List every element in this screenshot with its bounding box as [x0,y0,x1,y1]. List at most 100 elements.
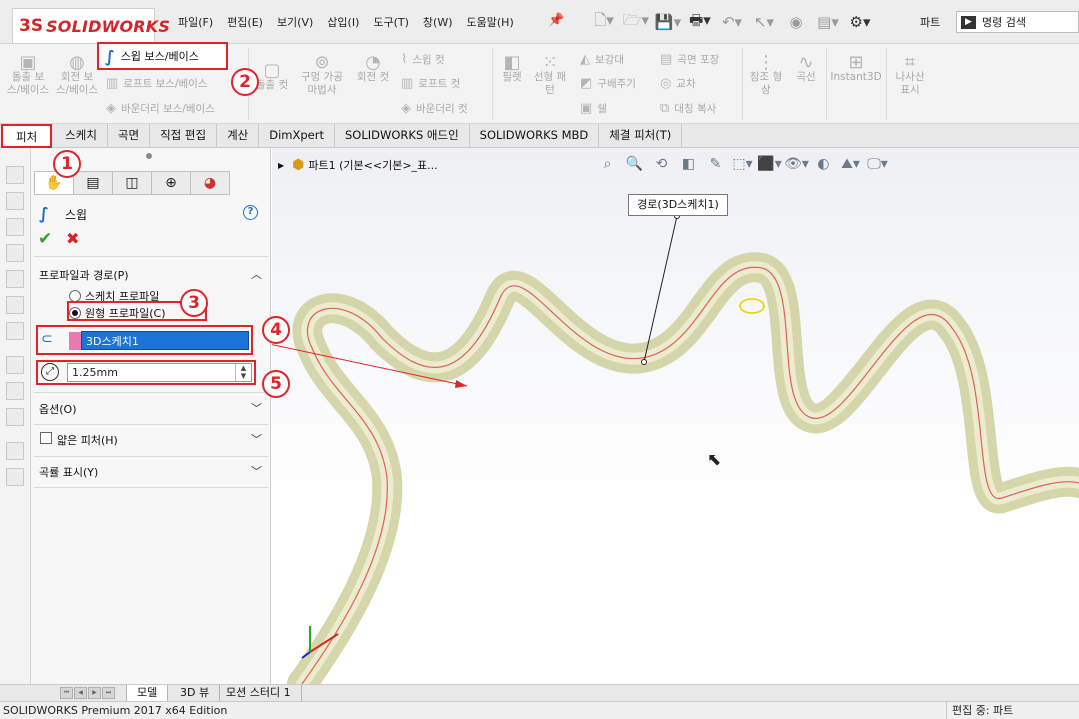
instant3d-button[interactable]: ⊞ Instant3D [828,54,884,84]
first-tab-arrow-icon[interactable]: ⏮ [60,687,73,699]
menu-insert[interactable]: 삽입(I) [327,14,359,30]
apply-scene-icon[interactable]: ⛰▾ [837,153,864,175]
strip-tool-icon[interactable] [6,468,24,486]
dynamic-annotation-icon[interactable]: ✎ [702,153,729,175]
cancel-x-icon[interactable]: ✖ [66,229,79,248]
options-gear-icon[interactable]: ⚙▾ [844,10,876,34]
tab-dimxpert[interactable]: DimXpert [259,124,335,148]
strip-tool-icon[interactable] [6,296,24,314]
boundary-cut-button[interactable]: ◈ 바운더리 컷 [401,101,468,116]
chevron-down-icon[interactable]: ﹀ [251,431,262,447]
tab-solidworks-addins[interactable]: SOLIDWORKS 애드인 [335,124,470,148]
menu-view[interactable]: 보기(V) [277,14,313,30]
rebuild-icon[interactable]: ◉ [780,10,812,34]
hide-show-items-icon[interactable]: 👁▾ [783,153,810,175]
previous-view-icon[interactable]: ⟲ [648,153,675,175]
linear-pattern-button[interactable]: ⁙ 선형 패턴 [530,54,570,97]
revolve-cut-button[interactable]: ◔ 회전 컷 [352,54,394,84]
new-document-icon[interactable]: 🗋▾ [588,10,620,34]
edit-appearance-icon[interactable]: ◐ [810,153,837,175]
zoom-to-area-icon[interactable]: 🔍 [621,153,648,175]
strip-tool-icon[interactable] [6,244,24,262]
dimxpert-tab-icon[interactable]: ⊕ [151,171,191,195]
view-orientation-icon[interactable]: ⬚▾ [729,153,756,175]
configuration-tab-icon[interactable]: ◫ [112,171,152,195]
rib-button[interactable]: ◭ 보강대 [580,52,624,67]
sweep-boss-base-button[interactable]: ∫ 스윕 보스/베이스 [97,42,228,70]
menu-file[interactable]: 파일(F) [178,14,213,30]
panel-grip[interactable] [146,153,152,159]
wrap-button[interactable]: ▤ 곡면 포장 [660,52,719,67]
mirror-button[interactable]: ⧉ 대칭 복사 [660,101,716,116]
reference-geometry-button[interactable]: ⋮ 참조 형상 [746,54,786,97]
chevron-down-icon[interactable]: ﹀ [251,463,262,479]
thin-feature-checkbox[interactable] [40,432,52,444]
diameter-input[interactable]: 1.25mm [67,363,252,382]
tab-solidworks-mbd[interactable]: SOLIDWORKS MBD [470,124,600,148]
feature-tree-flyout[interactable]: ▶ ⬢ 파트1 (기본<<기본>_표... [278,157,438,173]
strip-tool-icon[interactable] [6,270,24,288]
curves-button[interactable]: ∿ 곡선 [790,54,822,84]
save-icon[interactable]: 💾▾ [652,10,684,34]
thread-display-button[interactable]: ⌗ 나사산 표시 [890,54,930,97]
view-settings-icon[interactable]: 🖵▾ [864,153,891,175]
strip-tool-icon[interactable] [6,356,24,374]
chevron-down-icon[interactable]: ﹀ [251,400,262,416]
swept-cut-button[interactable]: ⌇ 스윕 컷 [401,52,445,67]
lofted-cut-button[interactable]: ▥ 로프트 컷 [401,76,460,91]
menu-window[interactable]: 창(W) [423,14,453,30]
next-tab-arrow-icon[interactable]: ▶ [88,687,101,699]
tab-surfaces[interactable]: 곡면 [108,124,151,148]
strip-tool-icon[interactable] [6,192,24,210]
shell-button[interactable]: ▣ 쉘 [580,101,607,116]
loft-boss-button[interactable]: ▥ 로프트 보스/베이스 [106,76,207,91]
revolve-boss-button[interactable]: ◍ 회전 보스/베이스 [55,54,99,97]
menu-tools[interactable]: 도구(T) [373,14,409,30]
strip-tool-icon[interactable] [6,166,24,184]
strip-tool-icon[interactable] [6,442,24,460]
strip-tool-icon[interactable] [6,322,24,340]
expand-arrow-icon[interactable]: ▶ [278,161,284,170]
tab-features[interactable]: 피처 [1,124,53,148]
intersect-button[interactable]: ◎ 교차 [660,76,696,91]
display-manager-tab-icon[interactable]: ◕ [190,171,230,195]
tab-model[interactable]: 모델 [126,685,169,702]
strip-tool-icon[interactable] [6,382,24,400]
circular-profile-radio[interactable]: 원형 프로파일(C) [69,305,165,321]
options-group-header[interactable]: 옵션(O) [39,401,76,417]
tab-motion-study-1[interactable]: 모션 스터디 1 [216,685,302,702]
select-icon[interactable]: ↖▾ [748,10,780,34]
ok-check-icon[interactable]: ✔ [38,229,52,249]
last-tab-arrow-icon[interactable]: ⏭ [102,687,115,699]
pin-icon[interactable]: 📌 [548,13,564,28]
tab-evaluate[interactable]: 계산 [217,124,260,148]
help-icon[interactable]: ? [243,205,258,220]
zoom-to-fit-icon[interactable]: ⌕ [594,153,621,175]
profile-path-group-header[interactable]: 프로파일과 경로(P) [39,267,129,283]
command-search-input[interactable]: ▶ 명령 검색 [956,11,1079,33]
graphics-area[interactable]: ▶ ⬢ 파트1 (기본<<기본>_표... ⌕ 🔍 ⟲ ◧ ✎ ⬚▾ ⬛▾ 👁▾… [272,148,1079,684]
tab-direct-editing[interactable]: 직접 편집 [150,124,218,148]
file-properties-icon[interactable]: ▤▾ [812,10,844,34]
draft-button[interactable]: ◩ 구배주기 [580,76,636,91]
curvature-display-group-header[interactable]: 곡률 표시(Y) [39,464,98,480]
tab-fastening-features[interactable]: 체결 피처(T) [599,124,683,148]
hole-wizard-button[interactable]: ⊚ 구멍 가공 마법사 [296,54,348,97]
open-icon[interactable]: 🗁▾ [620,10,652,34]
tab-sketch[interactable]: 스케치 [55,124,108,148]
undo-icon[interactable]: ↶▾ [716,10,748,34]
extrude-boss-button[interactable]: ▣ 돌출 보스/베이스 [6,54,50,97]
path-selection-field[interactable]: 3D스케치1 [81,331,249,350]
solidworks-logo[interactable]: 3S SOLIDWORKS [12,8,170,44]
boundary-boss-button[interactable]: ◈ 바운더리 보스/베이스 [106,101,215,116]
tab-3d-views[interactable]: 3D 뷰 [170,685,221,702]
chevron-up-icon[interactable]: ︿ [251,266,262,282]
prev-tab-arrow-icon[interactable]: ◀ [74,687,87,699]
diameter-spinner[interactable]: ▲ ▼ [235,364,251,381]
menu-help[interactable]: 도움말(H) [467,14,514,30]
menu-edit[interactable]: 편집(E) [227,14,263,30]
display-style-icon[interactable]: ⬛▾ [756,153,783,175]
fillet-button[interactable]: ◧ 필렛 [496,54,528,84]
section-view-icon[interactable]: ◧ [675,153,702,175]
print-icon[interactable]: 🖶▾ [684,10,716,34]
